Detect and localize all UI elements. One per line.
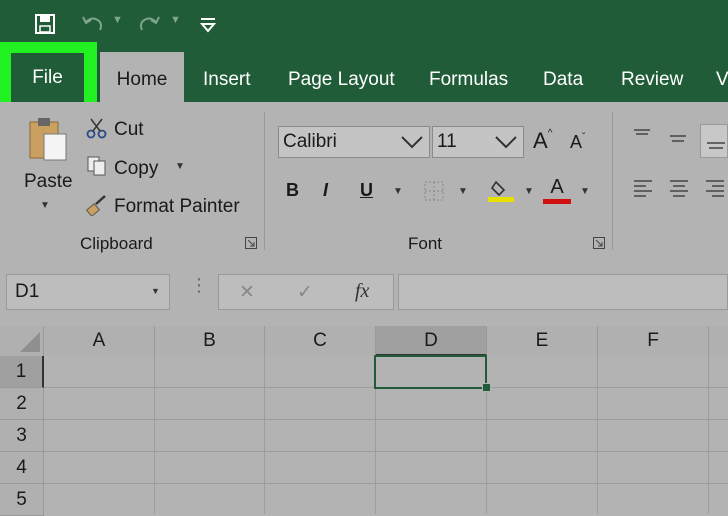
borders-dropdown-icon[interactable]: ▼ xyxy=(458,186,468,197)
chevron-down-icon[interactable] xyxy=(400,134,424,150)
format-painter-icon xyxy=(85,194,108,217)
title-bar xyxy=(0,0,728,52)
tab-formulas[interactable]: Formulas xyxy=(429,52,508,102)
column-header-a[interactable]: A xyxy=(44,326,155,356)
enter-icon[interactable]: ✓ xyxy=(297,281,313,304)
column-header-f[interactable]: F xyxy=(598,326,709,356)
font-color-swatch xyxy=(543,199,571,204)
group-separator xyxy=(264,112,265,250)
borders-icon[interactable] xyxy=(424,181,444,201)
bold-button[interactable]: B xyxy=(286,180,299,201)
name-box-value: D1 xyxy=(15,281,40,302)
selected-cell[interactable] xyxy=(374,355,487,389)
align-right-icon[interactable] xyxy=(704,178,726,200)
save-icon[interactable] xyxy=(34,13,56,35)
fill-color-icon[interactable] xyxy=(488,178,516,204)
font-color-label: A xyxy=(550,176,564,198)
font-launcher-icon[interactable] xyxy=(593,236,605,249)
tab-data[interactable]: Data xyxy=(543,52,583,102)
gridline xyxy=(264,356,265,514)
paste-label[interactable]: Paste xyxy=(24,171,73,193)
column-header-d[interactable]: D xyxy=(376,326,487,356)
name-box[interactable]: D1 ▼ xyxy=(6,274,170,310)
column-header-c[interactable]: C xyxy=(265,326,376,356)
undo-icon[interactable] xyxy=(80,12,106,36)
fill-handle[interactable] xyxy=(482,383,491,392)
align-bottom-icon[interactable] xyxy=(700,124,728,158)
grow-arrow-icon: ^ xyxy=(547,128,553,139)
align-left-icon[interactable] xyxy=(632,178,654,200)
gridline xyxy=(44,419,728,420)
group-separator xyxy=(612,112,613,250)
row-header-4[interactable]: 4 xyxy=(0,452,44,484)
shrink-font-button[interactable]: Aˇ xyxy=(570,132,585,153)
copy-button[interactable]: Copy xyxy=(114,158,158,180)
row-header-5[interactable]: 5 xyxy=(0,484,44,516)
formula-buttons: ✕ ✓ fx xyxy=(218,274,394,310)
redo-icon[interactable] xyxy=(136,12,162,36)
gridline xyxy=(154,356,155,514)
copy-icon xyxy=(86,155,108,177)
tab-review[interactable]: Review xyxy=(621,52,683,102)
scissors-icon xyxy=(86,117,108,139)
formula-bar-grip-icon[interactable]: ⋮ xyxy=(190,276,208,294)
formula-input[interactable] xyxy=(398,274,728,310)
gridline xyxy=(44,483,728,484)
gridline xyxy=(708,356,709,514)
font-color-dropdown-icon[interactable]: ▼ xyxy=(580,186,590,197)
fill-color-dropdown-icon[interactable]: ▼ xyxy=(524,186,534,197)
gridline xyxy=(597,356,598,514)
align-center-icon[interactable] xyxy=(668,178,690,200)
tab-view[interactable]: V xyxy=(716,52,728,102)
paste-dropdown-icon[interactable]: ▼ xyxy=(40,200,50,211)
chevron-down-icon[interactable] xyxy=(494,134,518,150)
tab-home[interactable]: Home xyxy=(100,52,184,102)
clipboard-group-label: Clipboard xyxy=(80,234,153,253)
grow-font-label: A xyxy=(533,128,548,153)
row-header-1[interactable]: 1 xyxy=(0,356,44,388)
redo-dropdown-icon[interactable]: ▼ xyxy=(170,14,181,26)
customize-qat-icon[interactable] xyxy=(198,16,218,34)
shrink-arrow-icon: ˇ xyxy=(582,132,586,143)
align-top-icon[interactable] xyxy=(632,128,652,142)
tab-page-layout[interactable]: Page Layout xyxy=(288,52,395,102)
font-group-label: Font xyxy=(408,234,443,253)
format-painter-button[interactable]: Format Painter xyxy=(114,196,240,218)
shrink-font-label: A xyxy=(570,132,583,152)
copy-dropdown-icon[interactable]: ▼ xyxy=(175,161,185,172)
italic-button[interactable]: I xyxy=(323,180,328,201)
underline-button[interactable]: U xyxy=(360,180,373,201)
column-header-b[interactable]: B xyxy=(155,326,265,356)
font-family-value: Calibri xyxy=(283,131,337,152)
row-header-3[interactable]: 3 xyxy=(0,420,44,452)
font-size-value: 11 xyxy=(437,131,457,152)
grow-font-button[interactable]: A^ xyxy=(533,128,552,154)
row-header-2[interactable]: 2 xyxy=(0,388,44,420)
column-header-e[interactable]: E xyxy=(487,326,598,356)
align-middle-icon[interactable] xyxy=(668,132,688,146)
cut-button[interactable]: Cut xyxy=(114,119,144,141)
column-header-g[interactable] xyxy=(709,326,728,356)
underline-dropdown-icon[interactable]: ▼ xyxy=(393,186,403,197)
clipboard-launcher-icon[interactable] xyxy=(245,236,257,249)
cancel-icon[interactable]: ✕ xyxy=(239,281,255,304)
name-box-dropdown-icon[interactable]: ▼ xyxy=(151,286,160,296)
font-color-button[interactable]: A xyxy=(543,176,571,204)
gridline xyxy=(44,451,728,452)
paste-icon[interactable] xyxy=(26,116,70,164)
tab-file[interactable]: File xyxy=(11,53,84,103)
undo-dropdown-icon[interactable]: ▼ xyxy=(112,14,123,26)
insert-function-button[interactable]: fx xyxy=(355,280,369,303)
select-all-button[interactable] xyxy=(0,326,44,356)
tab-insert[interactable]: Insert xyxy=(203,52,251,102)
